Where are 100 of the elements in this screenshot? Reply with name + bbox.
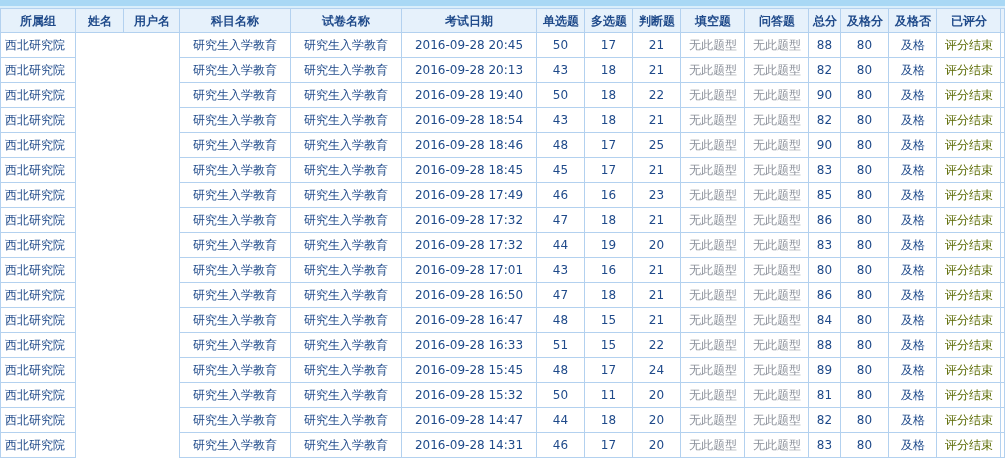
column-header: 考试日期 <box>401 8 537 33</box>
table-cell: 研究生入学教育 <box>179 432 291 458</box>
table-cell: 研究生入学教育 <box>179 132 291 158</box>
table-cell: 2016-09-28 18:46 <box>401 132 537 158</box>
table-cell: 评分结束 <box>936 207 1001 233</box>
table-cell: 2016-09-28 18:45 <box>401 157 537 183</box>
table-cell: 及格 <box>888 82 937 108</box>
table-cell: 研究生入学教育 <box>290 132 402 158</box>
table-cell: 18 <box>584 207 633 233</box>
table-cell: 西北研究院 <box>0 32 76 58</box>
table-cell: 80 <box>840 82 889 108</box>
table-cell: 48 <box>536 132 585 158</box>
table-cell: 46 <box>536 432 585 458</box>
table-cell: 研究生入学教育 <box>290 82 402 108</box>
table-cell: 90 <box>808 82 841 108</box>
table-cell: 及格 <box>888 357 937 383</box>
table-cell: 2016-09-28 19:40 <box>401 82 537 108</box>
column-header: 及格否 <box>888 8 937 33</box>
table-cell: 研究生入学教育 <box>290 407 402 433</box>
table-cell: 研究生入学教育 <box>290 232 402 258</box>
table-cell: 2016-09-28 18:54 <box>401 107 537 133</box>
table-cell: 18 <box>584 57 633 83</box>
table-cell: 20 <box>632 432 681 458</box>
table-cell: 2016-09-28 20:13 <box>401 57 537 83</box>
table-cell: 22 <box>632 332 681 358</box>
table-cell: 80 <box>840 132 889 158</box>
table-cell: 43 <box>536 257 585 283</box>
table-cell: 82 <box>808 107 841 133</box>
table-cell: 19 <box>584 232 633 258</box>
table-cell: 及格 <box>888 132 937 158</box>
table-cell: 研究生入学教育 <box>179 282 291 308</box>
table-cell: 研究生入学教育 <box>290 57 402 83</box>
table-cell: 及格 <box>888 332 937 358</box>
table-cell: 及格 <box>888 182 937 208</box>
table-cell: 47 <box>536 207 585 233</box>
table-cell: 研究生入学教育 <box>290 157 402 183</box>
table-cell: 2016-09-28 15:32 <box>401 382 537 408</box>
table-cell: 评分结束 <box>936 232 1001 258</box>
table-cell: 无此题型 <box>744 382 809 408</box>
table-cell: 18 <box>584 407 633 433</box>
table-cell: 48 <box>536 307 585 333</box>
table-cell: 80 <box>840 57 889 83</box>
table-cell: 及格 <box>888 407 937 433</box>
table-cell: 无此题型 <box>744 282 809 308</box>
table-cell: 24 <box>632 357 681 383</box>
table-cell: 评分结束 <box>936 432 1001 458</box>
table-cell: 无此题型 <box>744 232 809 258</box>
table-cell: 21 <box>632 107 681 133</box>
column-header: 判断题 <box>632 8 681 33</box>
table-cell: 44 <box>536 407 585 433</box>
table-cell: 17 <box>584 132 633 158</box>
table-cell: 西北研究院 <box>0 257 76 283</box>
table-cell: 80 <box>840 257 889 283</box>
table-cell: 2016-09-28 17:32 <box>401 207 537 233</box>
table-cell: 西北研究院 <box>0 382 76 408</box>
table-cell: 及格 <box>888 382 937 408</box>
table-cell: 研究生入学教育 <box>179 57 291 83</box>
table-cell: 2016-09-28 16:47 <box>401 307 537 333</box>
table-cell: 80 <box>840 182 889 208</box>
table-cell: 21 <box>632 307 681 333</box>
table-cell: 无此题型 <box>744 32 809 58</box>
table-cell: 无此题型 <box>744 407 809 433</box>
table-cell: 无此题型 <box>744 357 809 383</box>
table-cell: 50 <box>536 82 585 108</box>
table-cell: 无此题型 <box>680 132 745 158</box>
table-cell: 西北研究院 <box>0 332 76 358</box>
table-cell: 及格 <box>888 157 937 183</box>
column-header: 试卷名称 <box>290 8 402 33</box>
table-cell: 2016-09-28 17:49 <box>401 182 537 208</box>
table-cell: 无此题型 <box>744 257 809 283</box>
table-cell: 88 <box>808 332 841 358</box>
table-cell: 无此题型 <box>680 282 745 308</box>
table-cell: 无此题型 <box>680 432 745 458</box>
table-cell: 80 <box>840 32 889 58</box>
table-cell: 及格 <box>888 107 937 133</box>
table-cell: 无此题型 <box>680 382 745 408</box>
table-cell: 研究生入学教育 <box>179 332 291 358</box>
table-cell: 25 <box>632 132 681 158</box>
table-cell: 46 <box>536 182 585 208</box>
table-cell: 无此题型 <box>744 332 809 358</box>
table-cell: 研究生入学教育 <box>179 407 291 433</box>
table-cell: 及格 <box>888 432 937 458</box>
table-cell: 研究生入学教育 <box>179 232 291 258</box>
table-cell: 评分结束 <box>936 182 1001 208</box>
table-cell: 20 <box>632 232 681 258</box>
column-header: 及格分 <box>840 8 889 33</box>
table-cell: 评分结束 <box>936 332 1001 358</box>
table-cell: 20 <box>632 382 681 408</box>
table-cell: 50 <box>536 32 585 58</box>
table-cell: 评分结束 <box>936 407 1001 433</box>
table-cell: 50 <box>536 382 585 408</box>
table-cell: 评分结束 <box>936 82 1001 108</box>
table-cell: 86 <box>808 207 841 233</box>
table-cell: 西北研究院 <box>0 232 76 258</box>
table-cell: 84 <box>808 307 841 333</box>
table-cell: 无此题型 <box>744 182 809 208</box>
table-cell: 21 <box>632 257 681 283</box>
table-cell: 西北研究院 <box>0 182 76 208</box>
column-header: 所属组 <box>0 8 76 33</box>
table-cell: 80 <box>840 432 889 458</box>
